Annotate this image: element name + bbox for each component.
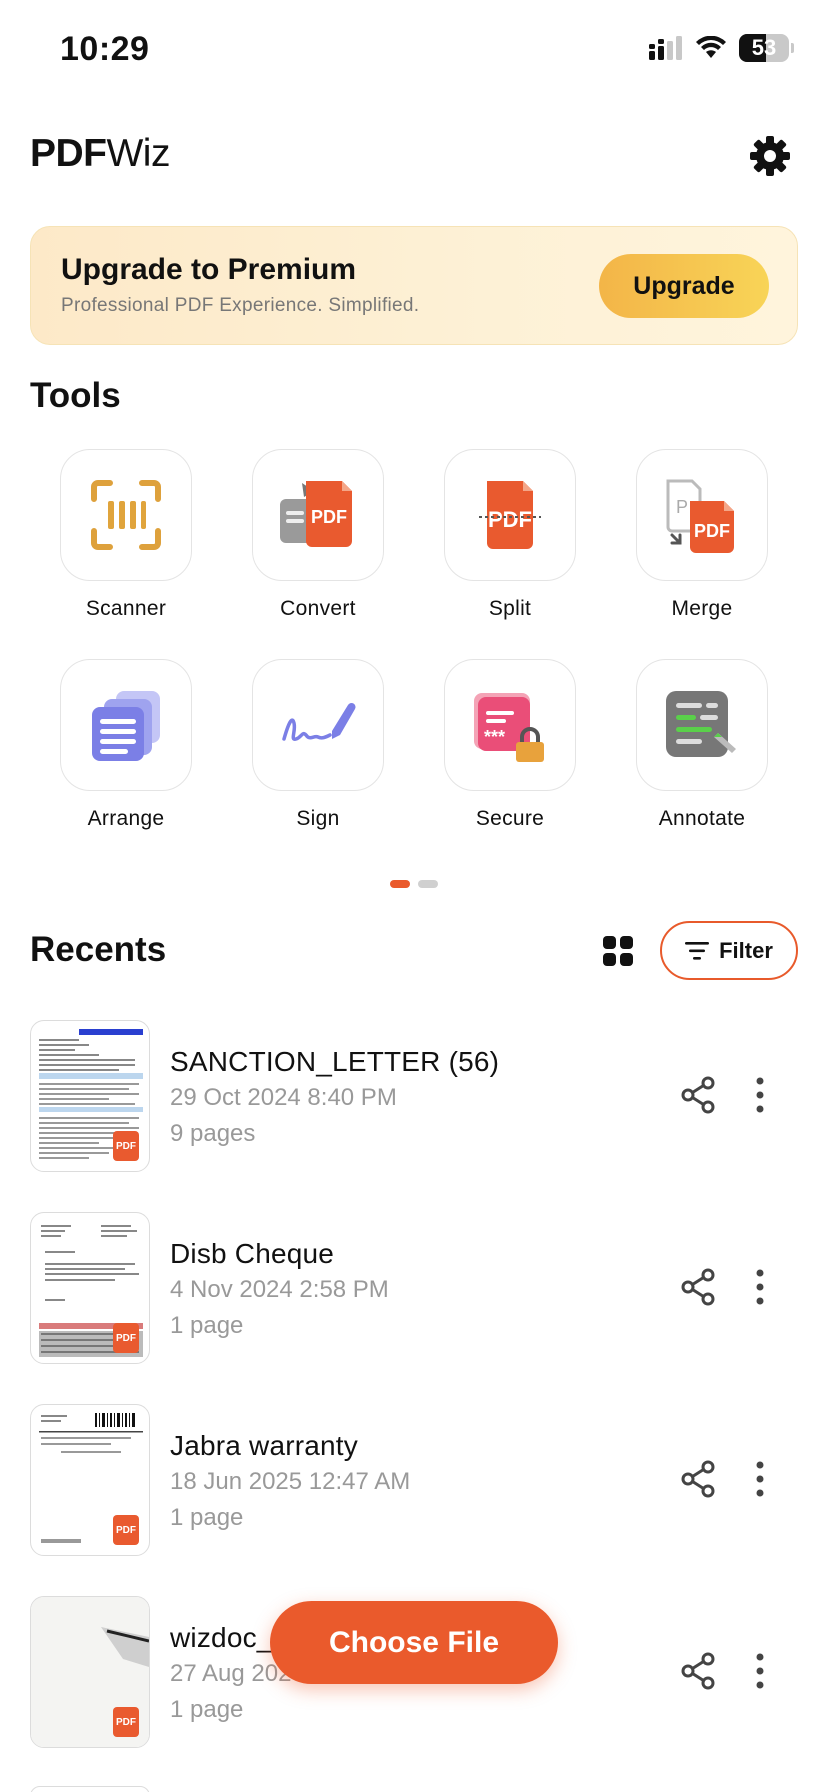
battery-icon: 53 <box>739 34 789 62</box>
file-thumbnail[interactable]: PDF <box>30 1404 150 1556</box>
app-title-normal: Wiz <box>106 132 171 175</box>
svg-text:PDF: PDF <box>488 507 532 532</box>
pdf-badge-icon: PDF <box>113 1707 139 1737</box>
file-name: SANCTION_LETTER (56) <box>170 1046 500 1077</box>
file-pages: 1 page <box>170 1312 244 1339</box>
share-icon[interactable] <box>680 1268 716 1306</box>
tools-pager[interactable] <box>390 880 438 888</box>
recent-item[interactable]: PDF SANCTION_LETTER (56) 29 Oct 2024 8:4… <box>30 1020 798 1172</box>
file-name: Disb Cheque <box>170 1238 335 1269</box>
pdf-badge-icon: PDF <box>113 1131 139 1161</box>
banner-title: Upgrade to Premium <box>61 253 357 286</box>
more-options-icon[interactable] <box>754 1076 766 1114</box>
tool-secure-box[interactable]: *** <box>444 659 576 791</box>
tool-convert[interactable]: PDF Convert <box>252 449 384 621</box>
tool-arrange[interactable]: Arrange <box>60 659 192 831</box>
tool-annotate-box[interactable] <box>636 659 768 791</box>
status-icons: 53 <box>649 34 794 62</box>
pager-dot-active[interactable] <box>390 880 410 888</box>
sign-icon <box>282 702 356 741</box>
pdf-badge-icon: PDF <box>113 1323 139 1353</box>
tool-label: Sign <box>296 807 340 830</box>
file-pages: 1 page <box>170 1696 244 1723</box>
svg-text:P: P <box>676 497 688 517</box>
file-date: 18 Jun 2025 12:47 AM <box>170 1468 411 1495</box>
tool-label: Convert <box>280 597 356 620</box>
tool-merge-box[interactable]: P PDF <box>636 449 768 581</box>
file-thumbnail[interactable]: PDF <box>30 1020 150 1172</box>
battery-cap <box>791 43 794 53</box>
cellular-signal-icon <box>649 36 682 60</box>
status-bar: 10:29 53 <box>0 0 828 100</box>
annotate-icon <box>666 691 736 757</box>
tool-convert-box[interactable]: PDF <box>252 449 384 581</box>
tool-split-box[interactable]: PDF <box>444 449 576 581</box>
grid-view-icon[interactable] <box>602 935 634 967</box>
split-icon: PDF <box>479 481 541 549</box>
file-pages: 9 pages <box>170 1120 256 1147</box>
more-options-icon[interactable] <box>754 1268 766 1306</box>
file-thumbnail[interactable]: PDF <box>30 1212 150 1364</box>
settings-gear-icon[interactable] <box>748 134 792 178</box>
tool-label: Scanner <box>85 597 167 620</box>
filter-icon <box>685 941 710 960</box>
tool-label: Annotate <box>658 807 746 830</box>
arrange-icon <box>92 691 160 761</box>
tool-sign[interactable]: Sign <box>252 659 384 831</box>
secure-icon: *** <box>474 693 544 762</box>
svg-text:PDF: PDF <box>311 507 347 527</box>
share-icon[interactable] <box>680 1076 716 1114</box>
recent-item-peek <box>30 1786 150 1792</box>
banner-subtitle: Professional PDF Experience. Simplified. <box>61 295 420 316</box>
app-title-bold: PDF <box>30 132 107 175</box>
filter-label: Filter <box>719 937 773 963</box>
share-icon[interactable] <box>680 1460 716 1498</box>
tool-label: Arrange <box>87 807 165 830</box>
recents-title: Recents <box>30 930 167 969</box>
more-options-icon[interactable] <box>754 1652 766 1690</box>
tool-label: Split <box>488 597 532 620</box>
svg-text:PDF: PDF <box>694 521 730 541</box>
file-date: 27 Aug 202 <box>170 1660 292 1687</box>
recent-item[interactable]: PDF Jabra warranty 18 Jun 2025 12:47 AM … <box>30 1404 798 1556</box>
app-title: PDFWiz <box>30 132 170 176</box>
file-pages: 1 page <box>170 1504 244 1531</box>
merge-icon: P PDF <box>666 479 734 553</box>
tool-annotate[interactable]: Annotate <box>636 659 768 831</box>
tools-title: Tools <box>30 376 121 415</box>
wifi-icon <box>696 36 726 58</box>
choose-file-button[interactable]: Choose File <box>270 1601 558 1684</box>
file-date: 29 Oct 2024 8:40 PM <box>170 1084 397 1111</box>
share-icon[interactable] <box>680 1652 716 1690</box>
status-time: 10:29 <box>60 30 150 68</box>
tool-merge[interactable]: P PDF Merge <box>636 449 768 621</box>
tool-label: Secure <box>475 807 545 830</box>
tool-label: Merge <box>671 597 733 620</box>
scanner-icon <box>91 480 161 550</box>
recent-item[interactable]: PDF Disb Cheque 4 Nov 2024 2:58 PM 1 pag… <box>30 1212 798 1364</box>
pager-dot[interactable] <box>418 880 438 888</box>
file-name: Jabra warranty <box>170 1430 358 1461</box>
tool-sign-box[interactable] <box>252 659 384 791</box>
upgrade-banner[interactable]: Upgrade to Premium Professional PDF Expe… <box>30 226 798 345</box>
file-name: wizdoc_ <box>170 1622 273 1653</box>
tool-arrange-box[interactable] <box>60 659 192 791</box>
tool-split[interactable]: PDF Split <box>444 449 576 621</box>
svg-text:***: *** <box>484 727 505 747</box>
tool-secure[interactable]: *** Secure <box>444 659 576 831</box>
more-options-icon[interactable] <box>754 1460 766 1498</box>
upgrade-button[interactable]: Upgrade <box>599 254 769 318</box>
tool-scanner-box[interactable] <box>60 449 192 581</box>
convert-icon: PDF <box>280 481 352 547</box>
tool-scanner[interactable]: Scanner <box>60 449 192 621</box>
file-date: 4 Nov 2024 2:58 PM <box>170 1276 389 1303</box>
pdf-badge-icon: PDF <box>113 1515 139 1545</box>
battery-level: 53 <box>751 35 777 60</box>
file-thumbnail[interactable]: PDF <box>30 1596 150 1748</box>
filter-button[interactable]: Filter <box>660 921 798 980</box>
